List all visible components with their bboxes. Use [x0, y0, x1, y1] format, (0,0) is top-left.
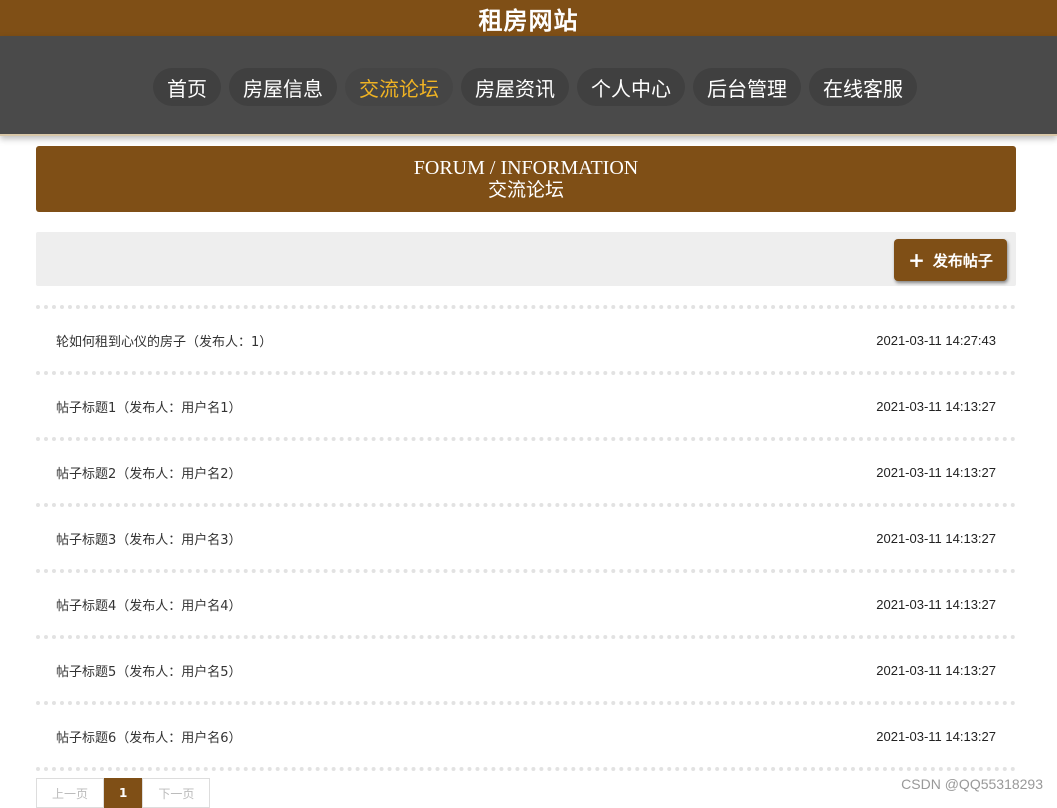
watermark: CSDN @QQ55318293: [901, 776, 1043, 792]
nav-item-home[interactable]: 首页: [153, 68, 221, 106]
top-bar: 租房网站: [0, 0, 1057, 36]
plus-icon: +: [908, 248, 925, 272]
post-row[interactable]: 帖子标题4（发布人：用户名4） 2021-03-11 14:13:27: [36, 569, 1016, 635]
post-list-divider: [36, 767, 1016, 771]
post-title[interactable]: 帖子标题6（发布人：用户名6）: [56, 727, 242, 746]
pagination: 上一页 1 下一页: [36, 778, 211, 808]
current-page-button[interactable]: 1: [104, 778, 143, 808]
nav-item-forum[interactable]: 交流论坛: [345, 68, 453, 106]
section-header: FORUM / INFORMATION 交流论坛: [36, 146, 1016, 212]
next-page-button[interactable]: 下一页: [142, 778, 211, 808]
section-title-en: FORUM / INFORMATION: [413, 156, 639, 179]
post-row[interactable]: 帖子标题2（发布人：用户名2） 2021-03-11 14:13:27: [36, 437, 1016, 503]
main-nav: 首页 房屋信息 交流论坛 房屋资讯 个人中心 后台管理 在线客服: [0, 36, 1057, 136]
site-title: 租房网站: [478, 6, 579, 35]
publish-post-button[interactable]: + 发布帖子: [894, 239, 1007, 281]
post-list: 轮如何租到心仪的房子（发布人：1） 2021-03-11 14:27:43 帖子…: [36, 305, 1016, 771]
post-time: 2021-03-11 14:13:27: [876, 464, 996, 480]
post-time: 2021-03-11 14:13:27: [876, 530, 996, 546]
post-row[interactable]: 帖子标题3（发布人：用户名3） 2021-03-11 14:13:27: [36, 503, 1016, 569]
post-title[interactable]: 轮如何租到心仪的房子（发布人：1）: [56, 331, 272, 350]
publish-post-label: 发布帖子: [932, 251, 993, 270]
nav-item-house-news[interactable]: 房屋资讯: [461, 68, 569, 106]
post-title[interactable]: 帖子标题5（发布人：用户名5）: [56, 661, 242, 680]
post-time: 2021-03-11 14:13:27: [876, 662, 996, 678]
post-title[interactable]: 帖子标题4（发布人：用户名4）: [56, 595, 242, 614]
post-time: 2021-03-11 14:13:27: [876, 398, 996, 414]
nav-item-admin[interactable]: 后台管理: [693, 68, 801, 106]
post-time: 2021-03-11 14:13:27: [876, 596, 996, 612]
nav-item-house-info[interactable]: 房屋信息: [229, 68, 337, 106]
nav-item-online-service[interactable]: 在线客服: [809, 68, 917, 106]
prev-page-button[interactable]: 上一页: [36, 778, 105, 808]
forum-toolbar: + 发布帖子: [36, 232, 1016, 286]
post-row[interactable]: 帖子标题1（发布人：用户名1） 2021-03-11 14:13:27: [36, 371, 1016, 437]
nav-item-personal-center[interactable]: 个人中心: [577, 68, 685, 106]
post-row[interactable]: 帖子标题5（发布人：用户名5） 2021-03-11 14:13:27: [36, 635, 1016, 701]
nav-list: 首页 房屋信息 交流论坛 房屋资讯 个人中心 后台管理 在线客服: [153, 68, 917, 106]
post-title[interactable]: 帖子标题3（发布人：用户名3）: [56, 529, 242, 548]
post-title[interactable]: 帖子标题1（发布人：用户名1）: [56, 397, 242, 416]
post-row[interactable]: 帖子标题6（发布人：用户名6） 2021-03-11 14:13:27: [36, 701, 1016, 767]
section-title-zh: 交流论坛: [487, 178, 564, 201]
post-time: 2021-03-11 14:27:43: [876, 332, 996, 348]
post-time: 2021-03-11 14:13:27: [876, 728, 996, 744]
post-title[interactable]: 帖子标题2（发布人：用户名2）: [56, 463, 242, 482]
post-row[interactable]: 轮如何租到心仪的房子（发布人：1） 2021-03-11 14:27:43: [36, 305, 1016, 371]
